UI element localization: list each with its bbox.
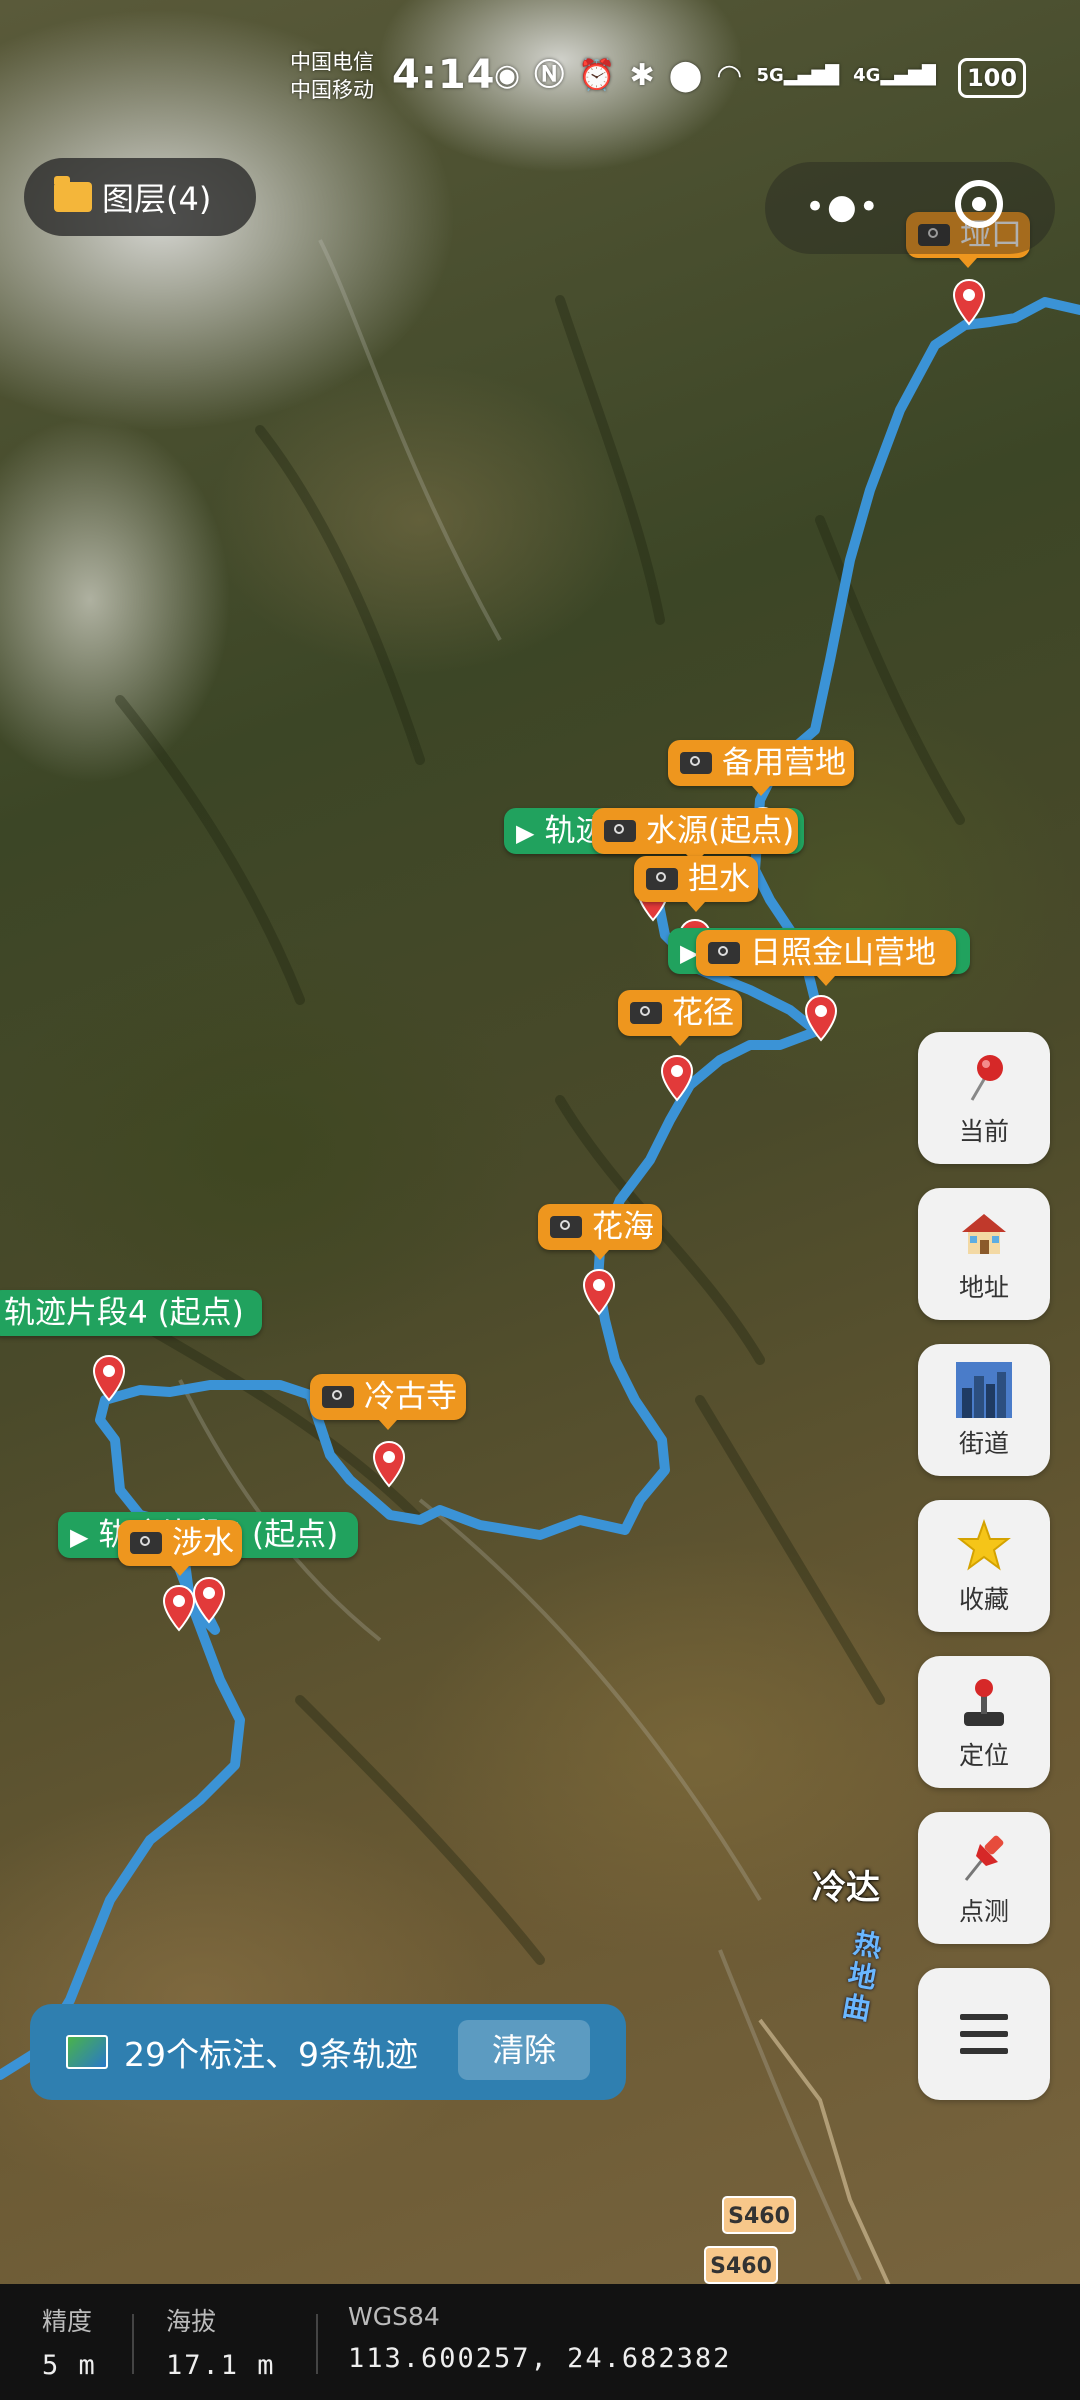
divider	[316, 2314, 318, 2374]
camera-icon	[604, 819, 636, 842]
map-pin-icon[interactable]	[162, 1584, 196, 1632]
map-pin-icon[interactable]	[804, 994, 838, 1042]
map-pin-icon[interactable]	[952, 278, 986, 326]
close-target-icon[interactable]	[955, 180, 1003, 228]
cityscape-icon	[956, 1362, 1012, 1418]
battery-indicator: 100	[958, 58, 1026, 98]
track-label[interactable]: 轨迹片段4 (起点)	[0, 1290, 262, 1336]
camera-icon	[550, 1215, 582, 1238]
map-pin-icon[interactable]	[582, 1268, 616, 1316]
clear-button[interactable]: 清除	[458, 2020, 590, 2080]
photo-label-shuiyuan[interactable]: 水源(起点)	[592, 808, 798, 864]
star-icon	[957, 1518, 1011, 1571]
locate-button[interactable]: 定位	[918, 1656, 1050, 1788]
accuracy-block: 精度 5 m	[42, 2307, 97, 2381]
photo-label-huahai[interactable]: 花海	[538, 1204, 662, 1260]
map-pin-icon[interactable]	[92, 1354, 126, 1402]
signal-icon: 5G▂▄▆█	[756, 65, 840, 86]
status-icons: ◉ Ⓝ ⏰ ✱ ⬤ ◠ 5G▂▄▆█ 4G▂▄▆█	[494, 58, 936, 94]
divider	[132, 2314, 134, 2374]
menu-button[interactable]	[918, 1968, 1050, 2100]
gps-info-panel: 精度 5 m 海拔 17.1 m WGS84 113.600257, 24.68…	[0, 2284, 1080, 2400]
world-map-icon	[66, 2035, 108, 2069]
map-pin-icon[interactable]	[192, 1576, 226, 1624]
address-button[interactable]: 地址	[918, 1188, 1050, 1320]
altitude-block: 海拔 17.1 m	[166, 2307, 276, 2381]
favorite-button[interactable]: 收藏	[918, 1500, 1050, 1632]
map-pin-icon[interactable]	[372, 1440, 406, 1488]
camera-icon	[322, 1385, 354, 1408]
place-name: 冷达	[812, 1868, 880, 1908]
more-icon[interactable]: •●•	[805, 190, 881, 224]
signal-icon: 4G▂▄▆█	[853, 65, 936, 86]
pin-icon	[964, 1835, 1004, 1881]
status-bar: 中国电信 中国移动 4:14 ◉ Ⓝ ⏰ ✱ ⬤ ◠ 5G▂▄▆█ 4G▂▄▆█…	[0, 40, 1080, 120]
map-pin-icon[interactable]	[660, 1054, 694, 1102]
annotation-summary-bar: 29个标注、9条轨迹 清除	[30, 2004, 626, 2100]
gps-track	[0, 297, 1080, 2080]
alarm-icon: ⏰	[578, 58, 616, 93]
street-button[interactable]: 街道	[918, 1344, 1050, 1476]
camera-icon	[708, 941, 740, 964]
measure-button[interactable]: 点测	[918, 1812, 1050, 1944]
camera-icon	[130, 1531, 162, 1554]
road-badge: S460	[704, 2246, 778, 2284]
current-button[interactable]: 当前	[918, 1032, 1050, 1164]
camera-icon	[680, 751, 712, 774]
joystick-icon	[964, 1679, 1004, 1726]
camera-icon	[630, 1001, 662, 1024]
photo-label-sheshui[interactable]: 涉水	[118, 1520, 242, 1576]
menu-icon	[960, 2014, 1008, 2054]
pushpin-icon	[970, 1055, 1003, 1101]
coordinates-block: WGS84 113.600257, 24.682382	[348, 2302, 732, 2374]
camera-icon	[646, 867, 678, 890]
photo-label-danshui[interactable]: 担水	[634, 856, 758, 912]
nfc-icon: Ⓝ	[534, 58, 565, 93]
road-badge: S460	[722, 2196, 796, 2234]
play-icon: ▶	[70, 1523, 89, 1551]
top-capsule: •●•	[765, 162, 1055, 254]
play-icon: ▶	[516, 819, 535, 847]
layers-label: 图层(4)	[102, 180, 212, 218]
eye-icon: ◉	[494, 58, 521, 93]
folder-icon	[54, 176, 92, 212]
carrier-info: 中国电信 中国移动	[290, 50, 374, 102]
photo-label-lenggusi[interactable]: 冷古寺	[310, 1374, 466, 1430]
photo-label-huajing[interactable]: 花径	[618, 990, 742, 1046]
photo-label-rizhao[interactable]: 日照金山营地	[696, 930, 956, 986]
house-icon	[962, 1214, 1006, 1254]
layers-button[interactable]: 图层(4)	[24, 158, 256, 236]
bluetooth-icon: ✱	[629, 58, 655, 93]
annotation-summary: 29个标注、9条轨迹	[124, 2035, 418, 2074]
location-icon: ⬤	[668, 58, 703, 93]
clock: 4:14	[392, 52, 496, 98]
photo-label-beiyong[interactable]: 备用营地	[668, 740, 854, 796]
wifi-icon: ◠	[716, 58, 743, 93]
